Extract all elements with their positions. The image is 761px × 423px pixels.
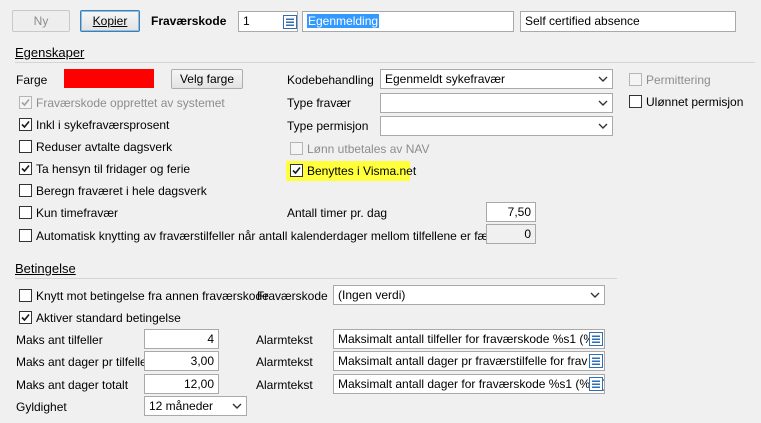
max-days-per-case-label: Maks ant dager pr tilfelle <box>16 355 147 369</box>
checkmark-icon <box>292 166 301 175</box>
used-in-visma-checkbox[interactable] <box>290 164 303 177</box>
validity-select[interactable]: 12 måneder <box>144 396 247 416</box>
validity-label: Gyldighet <box>16 400 67 414</box>
created-by-system-label: Fraværskode opprettet av systemet <box>36 96 225 110</box>
code-label: Fraværskode <box>151 14 227 28</box>
alarm-text-input-1[interactable]: Maksimalt antall tilfeller for fraværsko… <box>333 329 605 349</box>
activate-standard-checkbox[interactable] <box>19 311 32 324</box>
choose-color-button[interactable]: Velg farge <box>171 69 243 89</box>
chevron-down-icon <box>598 123 608 129</box>
color-swatch <box>64 69 154 88</box>
max-cases-input[interactable]: 4 <box>144 329 219 349</box>
absence-type-select[interactable] <box>380 93 613 113</box>
alarm-label-2: Alarmtekst <box>256 355 313 369</box>
absence-code-label: Fraværskode <box>257 289 328 303</box>
calc-whole-day-checkbox[interactable] <box>19 184 32 197</box>
auto-link-label: Automatisk knytting av fraværstilfeller … <box>36 229 527 243</box>
chevron-down-icon <box>232 403 242 409</box>
created-by-system-checkbox[interactable] <box>19 96 32 109</box>
new-button[interactable]: Ny <box>12 10 70 32</box>
code-handling-label: Kodebehandling <box>287 73 374 87</box>
unpaid-leave-checkbox[interactable] <box>629 95 642 108</box>
name-value-selected: Egenmelding <box>307 14 380 28</box>
conditions-title: Betingelse <box>15 261 76 276</box>
code-input[interactable]: 1 <box>238 11 298 32</box>
checkmark-icon <box>21 313 30 322</box>
chevron-down-icon <box>590 292 600 298</box>
absence-code-select[interactable]: (Ingen verdi) <box>333 285 605 305</box>
salary-paid-nav-label: Lønn utbetales av NAV <box>307 142 430 156</box>
layoff-checkbox[interactable] <box>629 73 642 86</box>
consider-holidays-checkbox[interactable] <box>19 162 32 175</box>
lookup-list-icon[interactable] <box>589 354 603 368</box>
auto-link-checkbox[interactable] <box>19 229 32 242</box>
max-days-total-input[interactable]: 12,00 <box>144 374 219 394</box>
lookup-list-icon[interactable] <box>589 332 603 346</box>
alarm-text-2: Maksimalt antall dager pr fraværstilfell… <box>338 354 588 368</box>
include-sick-percent-checkbox[interactable] <box>19 118 32 131</box>
max-cases-label: Maks ant tilfeller <box>16 333 103 347</box>
link-condition-checkbox[interactable] <box>19 289 32 302</box>
name-input[interactable]: Egenmelding <box>302 11 514 32</box>
hours-per-day-input[interactable]: 7,50 <box>486 202 536 222</box>
reduce-workday-label: Reduser avtalte dagsverk <box>36 140 173 154</box>
checkmark-icon <box>21 98 30 107</box>
hourly-only-checkbox[interactable] <box>19 206 32 219</box>
validity-value: 12 måneder <box>149 399 214 413</box>
copy-button-label: Kopier <box>92 14 128 28</box>
conditions-divider <box>15 278 617 279</box>
checkmark-icon <box>21 164 30 173</box>
alarm-text-input-3[interactable]: Maksimalt antall dager for fraværskode %… <box>333 374 605 394</box>
hourly-only-label: Kun timefravær <box>36 206 119 220</box>
code-handling-value: Egenmeldt sykefravær <box>385 72 506 86</box>
link-condition-label: Knytt mot betingelse fra annen fraværsko… <box>36 289 269 303</box>
chevron-down-icon <box>598 100 608 106</box>
hours-per-day-label: Antall timer pr. dag <box>287 206 388 220</box>
alarm-text-input-2[interactable]: Maksimalt antall dager pr fraværstilfell… <box>333 351 605 371</box>
chevron-down-icon <box>598 76 608 82</box>
absence-code-value: (Ingen verdi) <box>338 288 406 302</box>
salary-paid-nav-checkbox[interactable] <box>290 142 303 155</box>
leave-type-select[interactable] <box>380 116 613 136</box>
max-days-per-case-input[interactable]: 3,00 <box>144 351 219 371</box>
alarm-text-3: Maksimalt antall dager for fraværskode %… <box>338 377 605 391</box>
alarm-label-3: Alarmtekst <box>256 378 313 392</box>
properties-title: Egenskaper <box>15 45 85 60</box>
alarm-label-1: Alarmtekst <box>256 333 313 347</box>
english-name-input[interactable]: Self certified absence <box>520 11 736 32</box>
lookup-list-icon[interactable] <box>283 15 297 29</box>
max-days-total-label: Maks ant dager totalt <box>16 378 129 392</box>
alarm-text-1: Maksimalt antall tilfeller for fraværsko… <box>338 332 601 346</box>
unpaid-leave-label: Ulønnet permisjon <box>646 95 744 109</box>
auto-link-days-input[interactable]: 0 <box>486 224 536 244</box>
lookup-list-icon[interactable] <box>589 377 603 391</box>
leave-type-label: Type permisjon <box>287 119 369 133</box>
code-handling-select[interactable]: Egenmeldt sykefravær <box>380 69 613 89</box>
reduce-workday-checkbox[interactable] <box>19 140 32 153</box>
consider-holidays-label: Ta hensyn til fridager og ferie <box>36 162 191 176</box>
code-value: 1 <box>243 14 250 28</box>
english-name-value: Self certified absence <box>525 14 640 28</box>
activate-standard-label: Aktiver standard betingelse <box>36 311 181 325</box>
absence-type-label: Type fravær <box>287 96 352 110</box>
layoff-label: Permittering <box>646 73 711 87</box>
checkmark-icon <box>21 120 30 129</box>
calc-whole-day-label: Beregn fraværet i hele dagsverk <box>36 184 207 198</box>
used-in-visma-label: Benyttes i Visma.net <box>307 164 417 178</box>
color-label: Farge <box>16 73 48 87</box>
properties-divider <box>15 62 755 63</box>
include-sick-percent-label: Inkl i sykefraværsprosent <box>36 118 170 132</box>
copy-button[interactable]: Kopier <box>80 10 140 32</box>
